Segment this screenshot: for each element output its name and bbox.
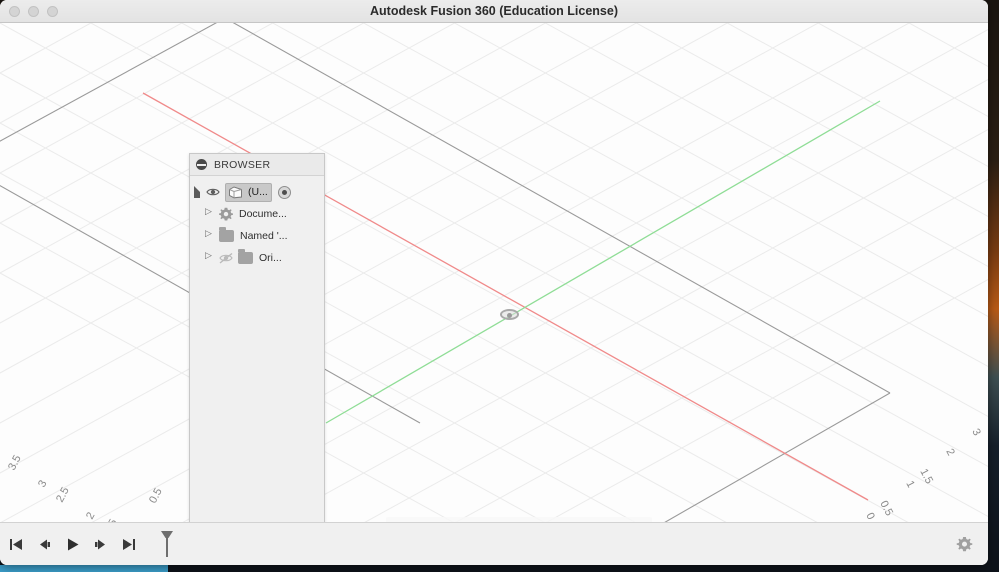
radio-selected-icon[interactable] [277, 185, 291, 199]
gear-icon [219, 207, 233, 221]
triangle-down-icon[interactable] [194, 186, 200, 198]
pan-icon [455, 521, 475, 522]
triangle-right-icon[interactable] [205, 251, 212, 262]
triangle-right-icon[interactable] [205, 229, 212, 240]
orbit-button[interactable] [391, 519, 425, 522]
step-back-icon[interactable] [36, 536, 53, 553]
tree-row-root[interactable]: (U... [190, 181, 324, 203]
browser-tree: (U... Docume... [190, 176, 324, 269]
browser-header[interactable]: BROWSER [190, 154, 324, 176]
browser-panel: BROWSER (U... ▷ Docume... ▷ Named '... ▷… [189, 153, 325, 522]
component-icon [228, 185, 243, 199]
play-icon[interactable] [64, 536, 81, 553]
display-settings-button[interactable] [541, 519, 575, 522]
tree-label-documents: Docume... [239, 208, 287, 220]
tree-label-origin: Ori... [259, 252, 282, 264]
zoom-icon [507, 521, 527, 522]
tree-row-documents[interactable]: Docume... [190, 203, 324, 225]
title-bar: Autodesk Fusion 360 (Education License) [0, 0, 988, 23]
timeline-playback-controls [0, 523, 175, 565]
navigation-toolbar [386, 517, 652, 522]
zoom-window-button[interactable] [479, 519, 503, 522]
tree-row-named-views[interactable]: Named '... [190, 225, 324, 247]
origin-point-marker[interactable] [500, 309, 519, 320]
viewports-icon [615, 521, 635, 522]
tree-root-label: (U... [248, 186, 268, 198]
look-at-icon [429, 521, 449, 522]
minimize-button[interactable] [28, 5, 39, 17]
timeline-bar [0, 522, 988, 565]
zoom-button[interactable] [505, 519, 539, 522]
step-forward-icon[interactable] [92, 536, 109, 553]
maximize-button[interactable] [47, 5, 58, 17]
timeline-track[interactable] [175, 523, 940, 565]
timeline-playhead-marker[interactable] [159, 531, 175, 557]
display-settings-icon [543, 521, 563, 522]
folder-icon [238, 249, 253, 264]
viewport-grid: 3.5 3 2.5 2 1.5 1 0.5 0 0.5 0 0.5 1 [0, 23, 988, 522]
zoom-window-icon [481, 521, 501, 522]
grid-snaps-button[interactable] [577, 519, 611, 522]
pin-icon[interactable] [196, 159, 207, 170]
orbit-icon [393, 521, 413, 522]
desktop-dock-accent [0, 565, 168, 572]
skip-to-end-icon[interactable] [120, 536, 137, 553]
look-at-button[interactable] [427, 519, 451, 522]
eye-slash-icon[interactable] [219, 251, 233, 265]
gear-icon [956, 536, 973, 553]
grid-snaps-icon [579, 521, 599, 522]
browser-title: BROWSER [214, 158, 271, 171]
viewports-button[interactable] [613, 519, 647, 522]
folder-icon [219, 227, 234, 242]
tree-row-origin[interactable]: Ori... [190, 247, 324, 269]
timeline-settings-button[interactable] [940, 536, 988, 553]
application-window: Autodesk Fusion 360 (Education License) [0, 0, 988, 565]
3d-viewport[interactable]: 3.5 3 2.5 2 1.5 1 0.5 0 0.5 0 0.5 1 [0, 23, 988, 522]
window-title: Autodesk Fusion 360 (Education License) [370, 4, 618, 18]
skip-to-beginning-icon[interactable] [8, 536, 25, 553]
tree-label-named-views: Named '... [240, 230, 288, 242]
triangle-right-icon[interactable] [205, 207, 212, 218]
close-button[interactable] [9, 5, 20, 17]
tree-root-selection[interactable]: (U... [225, 182, 272, 202]
eye-icon[interactable] [206, 185, 220, 199]
window-controls [0, 5, 58, 17]
pan-button[interactable] [453, 519, 477, 522]
